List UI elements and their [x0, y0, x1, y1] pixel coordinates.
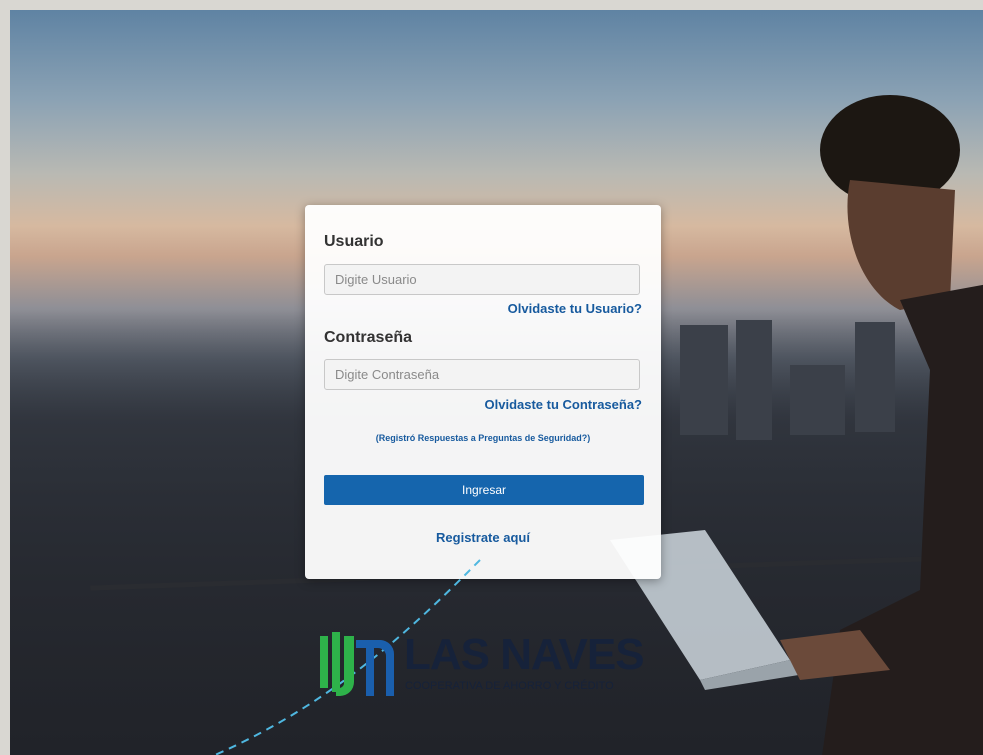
brand-tagline: COOPERATIVA DE AHORRO Y CRÉDITO	[405, 680, 614, 692]
register-link[interactable]: Registrate aquí	[305, 530, 661, 545]
building	[680, 325, 728, 435]
forgot-username-link[interactable]: Olvidaste tu Usuario?	[508, 301, 642, 316]
las-naves-logo: LAS NAVES COOPERATIVA DE AHORRO Y CRÉDIT…	[318, 630, 658, 700]
login-button[interactable]: Ingresar	[324, 475, 644, 505]
password-label: Contraseña	[324, 329, 413, 346]
las-naves-logo-mark	[320, 632, 394, 696]
username-label: Usuario	[324, 233, 384, 250]
password-input[interactable]	[324, 359, 640, 390]
building	[736, 320, 772, 440]
person-silhouette	[780, 95, 983, 755]
security-questions-link[interactable]: (Registró Respuestas a Preguntas de Segu…	[305, 433, 661, 443]
page-frame: Usuario Olvidaste tu Usuario? Contraseña…	[0, 0, 983, 755]
forgot-password-link[interactable]: Olvidaste tu Contraseña?	[485, 397, 642, 412]
brand-name: LAS NAVES	[404, 630, 645, 679]
username-input[interactable]	[324, 264, 640, 295]
login-card: Usuario Olvidaste tu Usuario? Contraseña…	[305, 205, 661, 579]
